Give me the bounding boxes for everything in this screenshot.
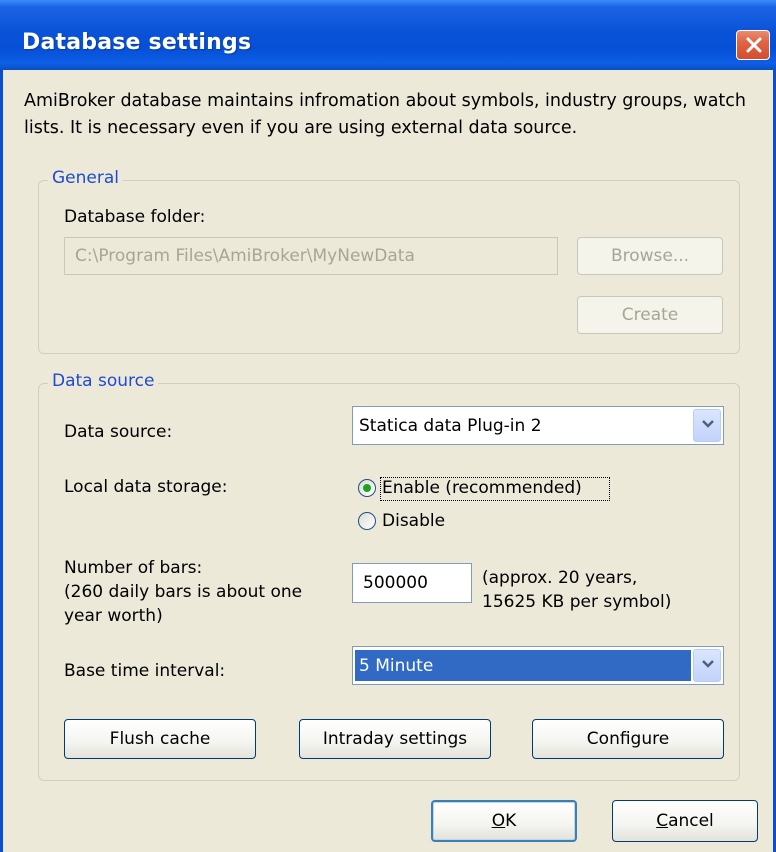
chevron-down-icon — [702, 660, 714, 668]
base-time-interval-select[interactable]: 5 Minute — [352, 646, 724, 685]
data-source-value: Statica data Plug-in 2 — [359, 415, 542, 436]
browse-button-label: Browse... — [610, 246, 690, 266]
disable-radio-label[interactable]: Disable — [382, 510, 445, 532]
cancel-mnemonic: C — [656, 811, 669, 831]
bars-note-line1: (approx. 20 years, — [482, 568, 638, 588]
general-group-title: General — [48, 168, 123, 188]
close-icon — [746, 37, 762, 53]
intraday-settings-button[interactable]: Intraday settings — [299, 719, 491, 759]
number-of-bars-value: 500000 — [363, 573, 428, 593]
flush-cache-button[interactable]: Flush cache — [64, 719, 256, 759]
title-bar: Database settings — [0, 0, 776, 70]
database-folder-label: Database folder: — [64, 207, 206, 227]
database-folder-input[interactable]: C:\Program Files\AmiBroker\MyNewData — [64, 237, 558, 275]
cancel-label: Cancel — [656, 811, 714, 831]
number-of-bars-input[interactable]: 500000 — [352, 563, 472, 603]
database-settings-dialog: Database settings AmiBroker database mai… — [0, 0, 776, 852]
data-source-select[interactable]: Statica data Plug-in 2 — [352, 406, 724, 445]
create-button[interactable]: Create — [577, 296, 723, 334]
dialog-title: Database settings — [22, 30, 252, 55]
data-source-dropdown-button[interactable] — [693, 409, 721, 442]
number-of-bars-label-line2: (260 daily bars is about one — [64, 582, 303, 602]
database-folder-value: C:\Program Files\AmiBroker\MyNewData — [75, 246, 415, 266]
cancel-label-rest: ancel — [668, 811, 714, 831]
enable-radio[interactable] — [358, 479, 376, 497]
ok-mnemonic: O — [491, 811, 506, 831]
window-border-left — [0, 70, 3, 852]
number-of-bars-label-line3: year worth) — [64, 606, 163, 626]
browse-button[interactable]: Browse... — [577, 237, 723, 275]
cancel-button[interactable]: Cancel — [612, 800, 758, 842]
intraday-settings-label: Intraday settings — [322, 729, 468, 749]
base-time-interval-dropdown-button[interactable] — [693, 649, 721, 682]
chevron-down-icon — [702, 420, 714, 428]
description-text: AmiBroker database maintains infromation… — [24, 91, 746, 138]
bars-note-line2: 15625 KB per symbol) — [482, 592, 672, 612]
number-of-bars-label-line1: Number of bars: — [64, 558, 203, 578]
data-source-label: Data source: — [64, 422, 173, 442]
enable-focus-ring — [380, 477, 610, 501]
base-time-interval-value: 5 Minute — [355, 650, 691, 681]
close-button[interactable] — [736, 30, 770, 60]
base-time-interval-label: Base time interval: — [64, 661, 226, 681]
ok-label-rest: K — [505, 811, 517, 831]
enable-radio-dot — [363, 484, 371, 492]
ok-button[interactable]: OK — [431, 800, 577, 842]
flush-cache-label: Flush cache — [109, 729, 211, 749]
data-source-group-title: Data source — [48, 371, 159, 391]
create-button-label: Create — [621, 305, 679, 325]
local-data-storage-label: Local data storage: — [64, 477, 228, 497]
configure-button[interactable]: Configure — [532, 719, 724, 759]
ok-label: OK — [492, 811, 517, 831]
disable-radio[interactable] — [358, 512, 376, 530]
configure-label: Configure — [586, 729, 670, 749]
